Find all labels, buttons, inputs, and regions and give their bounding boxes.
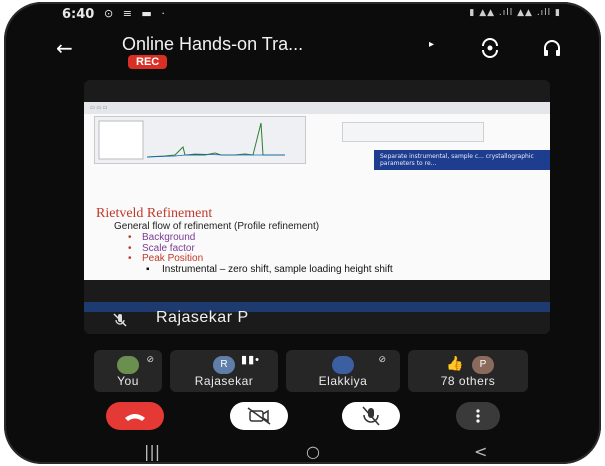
pdf-toolbar: ▭ ▭ ▭ bbox=[84, 102, 550, 114]
recents-button[interactable]: ||| bbox=[144, 442, 160, 461]
avatar: R bbox=[213, 356, 235, 374]
avatar: P bbox=[472, 356, 494, 374]
participant-tile-rajasekar[interactable]: R ▮▮• Rajasekar bbox=[170, 350, 278, 392]
mic-off-icon bbox=[362, 406, 380, 426]
home-button[interactable]: ○ bbox=[306, 442, 320, 461]
phone-screen: 6:40 ⊙ ≡ ▬ · ▮ ▲▲ .ıll ▲▲ .ıll ▮ ← Onlin… bbox=[4, 2, 601, 464]
mic-off-icon bbox=[113, 313, 127, 327]
avatar bbox=[117, 356, 139, 374]
flip-camera-icon[interactable] bbox=[480, 38, 500, 58]
thumbs-up-icon: 👍 bbox=[446, 355, 464, 371]
note-box: Separate instrumental, sample c... cryst… bbox=[374, 150, 550, 170]
sub-bullet-text: Instrumental – zero shift, sample loadin… bbox=[162, 263, 393, 275]
back-button[interactable]: < bbox=[474, 442, 487, 461]
participant-tile-others[interactable]: 👍 P 78 others bbox=[408, 350, 528, 392]
data-panel bbox=[342, 122, 484, 142]
meeting-header: ← Online Hands-on Tra... ▸ REC bbox=[4, 26, 601, 76]
speaker-name-bar: Rajasekar P bbox=[84, 306, 550, 334]
bullet-text: Peak Position bbox=[142, 253, 204, 264]
status-time: 6:40 bbox=[62, 7, 95, 22]
pattern-plot-thumbnail bbox=[94, 116, 306, 164]
slide-title: Rietveld Refinement bbox=[96, 206, 213, 221]
camera-toggle-button[interactable] bbox=[230, 402, 288, 430]
recording-badge: REC bbox=[128, 55, 168, 69]
participant-label: Elakkiya bbox=[318, 374, 368, 388]
meeting-title[interactable]: Online Hands-on Tra... bbox=[122, 34, 303, 55]
headphones-icon[interactable] bbox=[542, 38, 562, 58]
slide-bullets: • Background • Scale factor • Peak Position… bbox=[128, 232, 393, 275]
more-options-button[interactable] bbox=[456, 402, 500, 430]
avatar bbox=[332, 356, 354, 374]
camera-off-icon bbox=[247, 407, 271, 425]
slide-subtitle: General flow of refinement (Profile refi… bbox=[114, 221, 320, 232]
bullet-text: Background bbox=[142, 232, 196, 243]
main-video-tile[interactable]: ▭ ▭ ▭ Separate instrumental, sample c...… bbox=[84, 80, 550, 334]
participant-label: Rajasekar bbox=[194, 374, 254, 388]
android-nav-bar: ||| ○ < bbox=[4, 442, 601, 464]
speaker-name: Rajasekar P bbox=[156, 309, 249, 326]
shared-screen: ▭ ▭ ▭ Separate instrumental, sample c...… bbox=[84, 102, 550, 312]
sub-bullet-item: ▪ Instrumental – zero shift, sample loadi… bbox=[146, 263, 393, 275]
more-vert-icon bbox=[476, 409, 480, 423]
status-bar: 6:40 ⊙ ≡ ▬ · ▮ ▲▲ .ıll ▲▲ .ıll ▮ bbox=[4, 2, 601, 28]
call-controls bbox=[84, 402, 544, 436]
bullet-text: Scale factor bbox=[142, 242, 195, 254]
mic-off-icon: ⊘ bbox=[146, 354, 154, 364]
back-arrow-icon[interactable]: ← bbox=[56, 36, 73, 60]
participant-tile-elakkiya[interactable]: ⊘ Elakkiya bbox=[286, 350, 400, 392]
phone-hangup-icon bbox=[125, 414, 145, 421]
signal-icons: ▮ ▲▲ .ıll ▲▲ .ıll ▮ bbox=[469, 8, 561, 18]
chevron-right-icon[interactable]: ▸ bbox=[429, 39, 434, 50]
participant-label: You bbox=[117, 374, 139, 388]
participant-tile-you[interactable]: ⊘ You bbox=[94, 350, 162, 392]
mic-toggle-button[interactable] bbox=[342, 402, 400, 430]
participant-label: 78 others bbox=[440, 374, 496, 388]
diffraction-pattern-graphic bbox=[98, 120, 285, 160]
speaking-indicator-icon: ▮▮• bbox=[241, 354, 260, 366]
mic-off-icon: ⊘ bbox=[378, 354, 386, 364]
participant-strip: ⊘ You R ▮▮• Rajasekar ⊘ Elakkiya 👍 P 78 … bbox=[94, 350, 544, 394]
notification-icons: ⊙ ≡ ▬ · bbox=[104, 7, 168, 20]
end-call-button[interactable] bbox=[106, 402, 164, 430]
